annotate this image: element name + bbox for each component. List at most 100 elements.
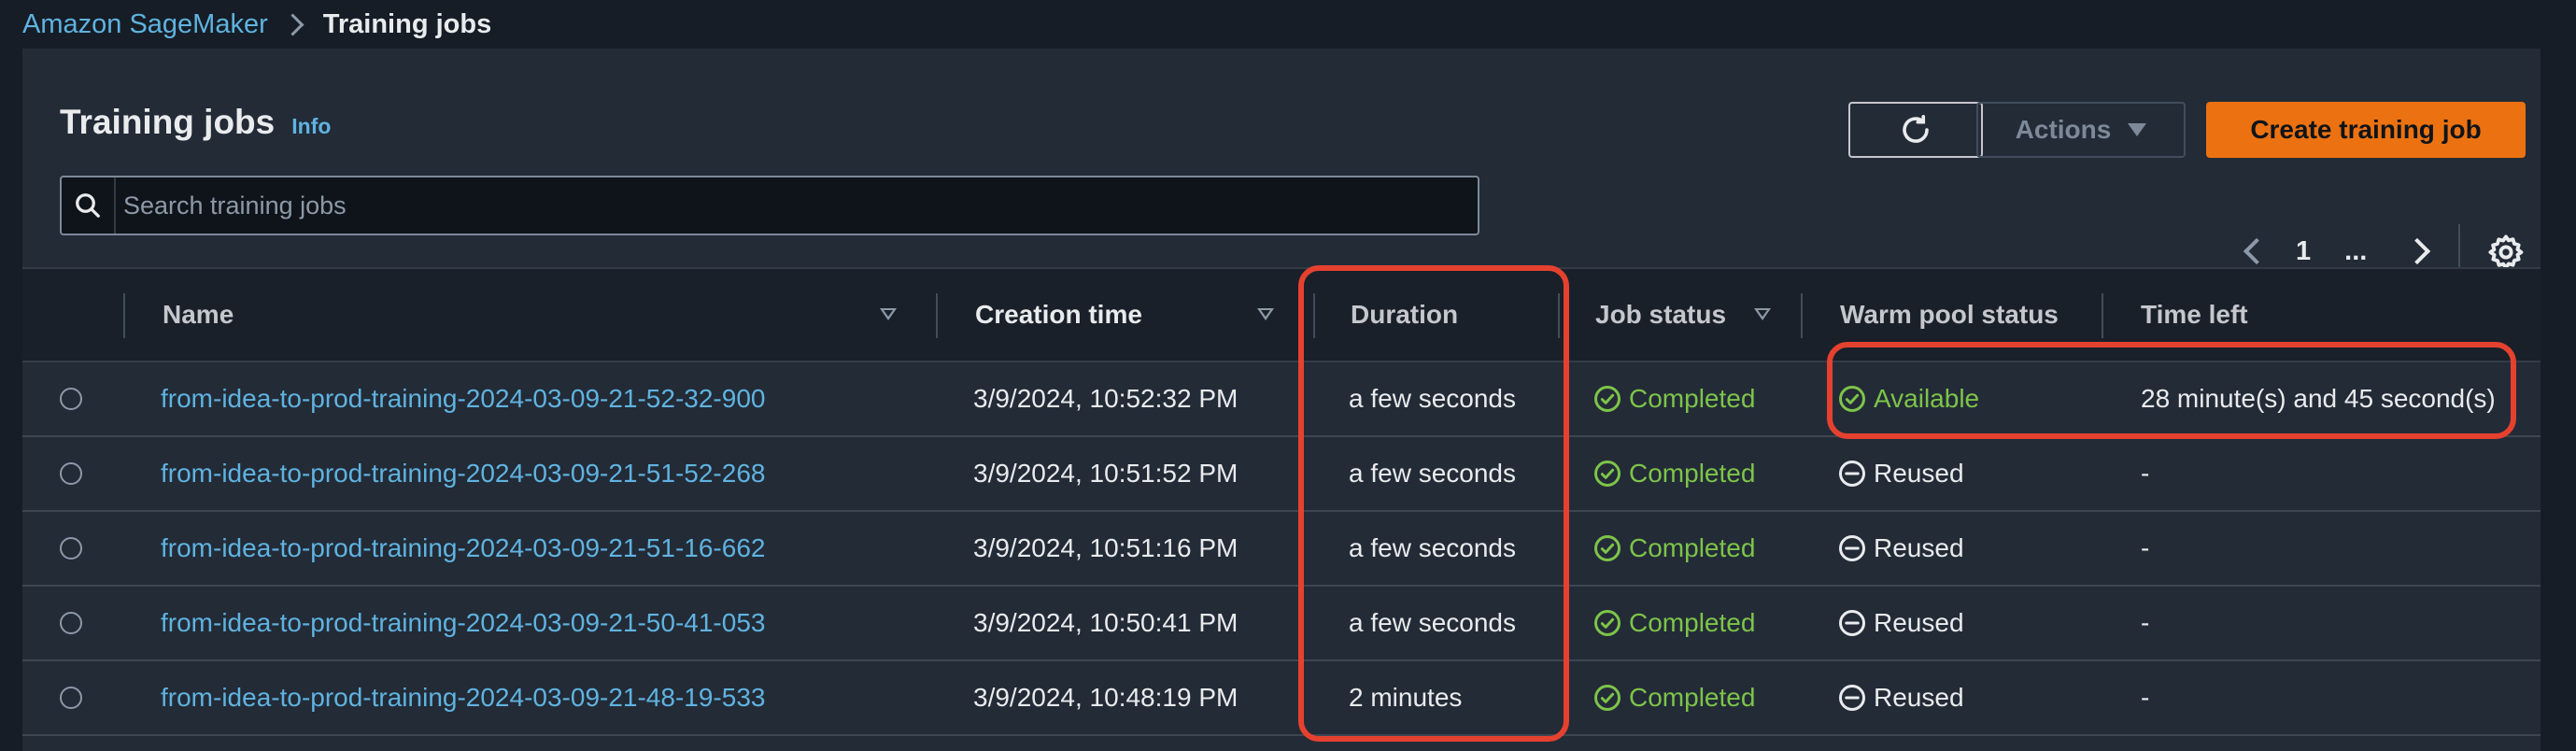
creation-time: 3/9/2024, 10:50:41 PM (973, 608, 1238, 637)
check-circle-icon (1594, 685, 1621, 711)
minus-circle-icon (1839, 685, 1865, 711)
gear-icon[interactable] (2486, 233, 2526, 272)
warm-pool-status-label: Reused (1874, 683, 1964, 712)
duration: a few seconds (1349, 384, 1516, 413)
warm-pool-status: Reused (1838, 587, 1964, 659)
check-circle-icon (1594, 610, 1621, 636)
duration: a few seconds (1349, 533, 1516, 562)
next-page-icon[interactable] (2404, 237, 2431, 265)
minus-circle-icon (1839, 610, 1865, 636)
minus-circle-icon (1839, 535, 1865, 561)
check-circle-icon (1594, 386, 1621, 412)
column-divider (936, 293, 938, 338)
column-divider (1558, 293, 1560, 338)
job-status: Completed (1593, 362, 1755, 435)
column-divider (2102, 293, 2103, 338)
check-circle-icon (1594, 535, 1621, 561)
job-status-label: Completed (1629, 608, 1756, 637)
column-divider (1313, 293, 1315, 338)
refresh-button[interactable] (1848, 102, 1983, 158)
row-select-radio[interactable] (60, 612, 82, 634)
page-ellipsis: ... (2344, 235, 2368, 266)
job-status-label: Completed (1629, 384, 1756, 413)
warm-pool-status: Reused (1838, 661, 1964, 734)
job-status: Completed (1593, 661, 1755, 734)
sort-icon[interactable] (1257, 308, 1274, 320)
creation-time: 3/9/2024, 10:51:52 PM (973, 459, 1238, 488)
creation-time: 3/9/2024, 10:51:16 PM (973, 533, 1238, 562)
column-divider (1801, 293, 1803, 338)
row-select-radio[interactable] (60, 462, 82, 485)
job-status-label: Completed (1629, 533, 1756, 562)
previous-page-icon[interactable] (2243, 237, 2271, 265)
table-body: from-idea-to-prod-training-2024-03-09-21… (22, 362, 2541, 736)
search-icon (62, 177, 114, 234)
chevron-right-icon (281, 12, 304, 36)
job-status: Completed (1593, 587, 1755, 659)
creation-time: 3/9/2024, 10:48:19 PM (973, 683, 1238, 712)
duration: 2 minutes (1349, 683, 1463, 712)
column-header-time-left[interactable]: Time left (2141, 269, 2248, 361)
warm-pool-status-label: Reused (1874, 608, 1964, 637)
column-header-warm-pool-status[interactable]: Warm pool status (1840, 269, 2059, 361)
time-left: - (2141, 683, 2150, 712)
training-jobs-table: Name Creation time Duration Job status W… (22, 267, 2541, 736)
duration: a few seconds (1349, 608, 1516, 637)
actions-label: Actions (2015, 115, 2112, 144)
warm-pool-status-label: Reused (1874, 533, 1964, 562)
column-header-job-status[interactable]: Job status (1595, 269, 1726, 361)
job-name-link[interactable]: from-idea-to-prod-training-2024-03-09-21… (161, 512, 765, 585)
job-status: Completed (1593, 437, 1755, 510)
sort-icon[interactable] (1754, 308, 1771, 320)
job-status-label: Completed (1629, 459, 1756, 488)
table-row[interactable]: from-idea-to-prod-training-2024-03-09-21… (22, 587, 2541, 661)
job-name-link[interactable]: from-idea-to-prod-training-2024-03-09-21… (161, 362, 765, 435)
warm-pool-status: Reused (1838, 512, 1964, 585)
breadcrumb: Amazon SageMaker Training jobs (22, 4, 491, 45)
minus-circle-icon (1839, 461, 1865, 487)
panel-header: Training jobs Info (60, 103, 331, 142)
search-input[interactable] (116, 190, 1478, 221)
table-row[interactable]: from-idea-to-prod-training-2024-03-09-21… (22, 362, 2541, 437)
row-select-radio[interactable] (60, 537, 82, 560)
warm-pool-status: Available (1838, 362, 1979, 435)
check-circle-icon (1594, 461, 1621, 487)
caret-down-icon (2128, 123, 2147, 136)
duration: a few seconds (1349, 459, 1516, 488)
time-left: - (2141, 459, 2150, 488)
warm-pool-status-label: Available (1874, 384, 1980, 413)
job-name-link[interactable]: from-idea-to-prod-training-2024-03-09-21… (161, 661, 765, 734)
check-circle-icon (1839, 386, 1865, 412)
creation-time: 3/9/2024, 10:52:32 PM (973, 384, 1238, 413)
table-row[interactable]: from-idea-to-prod-training-2024-03-09-21… (22, 661, 2541, 736)
column-header-name[interactable]: Name (163, 269, 234, 361)
table-row[interactable]: from-idea-to-prod-training-2024-03-09-21… (22, 437, 2541, 512)
create-training-job-button[interactable]: Create training job (2206, 102, 2526, 158)
column-header-creation-time[interactable]: Creation time (975, 269, 1142, 361)
row-select-radio[interactable] (60, 687, 82, 709)
breadcrumb-current: Training jobs (322, 8, 492, 39)
job-status: Completed (1593, 512, 1755, 585)
time-left: 28 minute(s) and 45 second(s) (2141, 384, 2496, 413)
column-divider (123, 293, 125, 338)
sort-icon[interactable] (880, 308, 897, 320)
job-status-label: Completed (1629, 683, 1756, 712)
breadcrumb-link-sagemaker[interactable]: Amazon SageMaker (22, 9, 268, 40)
table-header: Name Creation time Duration Job status W… (22, 267, 2541, 362)
column-header-duration[interactable]: Duration (1351, 269, 1458, 361)
row-select-radio[interactable] (60, 388, 82, 410)
warm-pool-status: Reused (1838, 437, 1964, 510)
search-box (60, 176, 1479, 235)
create-training-job-label: Create training job (2250, 115, 2482, 144)
time-left: - (2141, 533, 2150, 562)
warm-pool-status-label: Reused (1874, 459, 1964, 488)
refresh-icon (1903, 114, 1929, 143)
info-link[interactable]: Info (291, 114, 331, 139)
page-number[interactable]: 1 (2296, 236, 2311, 267)
time-left: - (2141, 608, 2150, 637)
table-row[interactable]: from-idea-to-prod-training-2024-03-09-21… (22, 512, 2541, 587)
actions-dropdown[interactable]: Actions (1976, 102, 2186, 158)
page-title: Training jobs (60, 103, 276, 141)
job-name-link[interactable]: from-idea-to-prod-training-2024-03-09-21… (161, 587, 765, 659)
job-name-link[interactable]: from-idea-to-prod-training-2024-03-09-21… (161, 437, 765, 510)
